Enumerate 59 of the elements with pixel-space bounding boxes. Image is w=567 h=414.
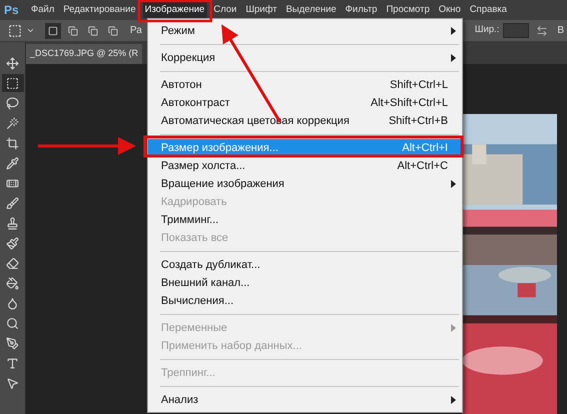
submenu-arrow-icon	[451, 324, 456, 332]
eyedropper-icon	[6, 156, 19, 170]
menu-item[interactable]: Коррекция	[148, 49, 462, 67]
menu-bar-item[interactable]: Фильтр	[343, 2, 380, 18]
overlap-squares-icon	[108, 26, 118, 36]
square-icon	[48, 26, 58, 36]
selection-mode-button[interactable]	[45, 22, 61, 38]
menu-item[interactable]: Вращение изображения	[148, 175, 462, 193]
submenu-arrow-icon	[451, 27, 456, 35]
lasso-icon	[6, 96, 19, 110]
menu-item[interactable]: Размер холста... Alt+Ctrl+C	[148, 157, 462, 175]
menu-item[interactable]: Автоконтраст Alt+Shift+Ctrl+L	[148, 94, 462, 112]
menu-item[interactable]: Создать дубликат...	[148, 256, 462, 274]
submenu-arrow-icon	[451, 396, 456, 404]
crop-icon	[6, 136, 19, 150]
pen-icon	[6, 336, 19, 350]
width-label: Шир.:	[474, 23, 500, 38]
app-logo: Ps	[4, 2, 20, 19]
menu-item[interactable]: Тримминг...	[148, 211, 462, 229]
tool-button[interactable]	[2, 74, 24, 92]
menu-bar-item[interactable]: Шрифт	[244, 2, 279, 18]
marquee-icon	[6, 76, 19, 90]
magic-wand-icon	[6, 116, 19, 130]
eraser-icon	[6, 256, 19, 270]
caret-icon[interactable]	[26, 26, 35, 35]
menu-item[interactable]: Анализ	[148, 391, 462, 409]
move-icon	[6, 56, 19, 70]
menu-item[interactable]: Режим	[148, 22, 462, 40]
magnifier-icon	[6, 316, 19, 330]
menu-item[interactable]: Вычисления...	[148, 292, 462, 310]
type-icon	[6, 356, 19, 370]
overlap-squares-icon	[68, 26, 78, 36]
submenu-arrow-icon	[451, 180, 456, 188]
stamp-icon	[6, 216, 19, 230]
submenu-arrow-icon	[451, 54, 456, 62]
option-label: В	[557, 24, 564, 38]
menu-item[interactable]: Внешний канал...	[148, 274, 462, 292]
paint-bucket-icon	[6, 276, 19, 290]
menu-bar-item[interactable]: Редактирование	[61, 2, 138, 18]
document-tab[interactable]: _DSC1769.JPG @ 25% (R	[26, 44, 142, 64]
brush-icon	[6, 196, 19, 210]
marquee-icon[interactable]	[8, 24, 22, 38]
menu-bar-item[interactable]: Слои	[212, 2, 239, 18]
menu-bar-item[interactable]: Выделение	[284, 2, 338, 18]
bandage-icon	[6, 176, 19, 190]
menu-item[interactable]: Автоматическая цветовая коррекция Shift+Ctrl+B	[148, 112, 462, 130]
paintbrush-icon	[6, 236, 19, 250]
menu-bar-item[interactable]: Просмотр	[384, 2, 432, 18]
width-field[interactable]	[503, 23, 530, 38]
swap-icon[interactable]	[536, 24, 548, 36]
option-label: Ра	[130, 24, 142, 38]
menu-bar-item[interactable]: Справка	[468, 2, 509, 18]
droplet-icon	[6, 296, 19, 310]
overlap-squares-icon	[88, 26, 98, 36]
menu-item[interactable]: Автотон Shift+Ctrl+L	[148, 76, 462, 94]
menu-bar-item[interactable]: Изображение	[142, 2, 207, 18]
menu-bar-item[interactable]: Окно	[436, 2, 463, 18]
menu-bar-item[interactable]: Файл	[29, 2, 56, 18]
pointer-icon	[6, 376, 19, 390]
